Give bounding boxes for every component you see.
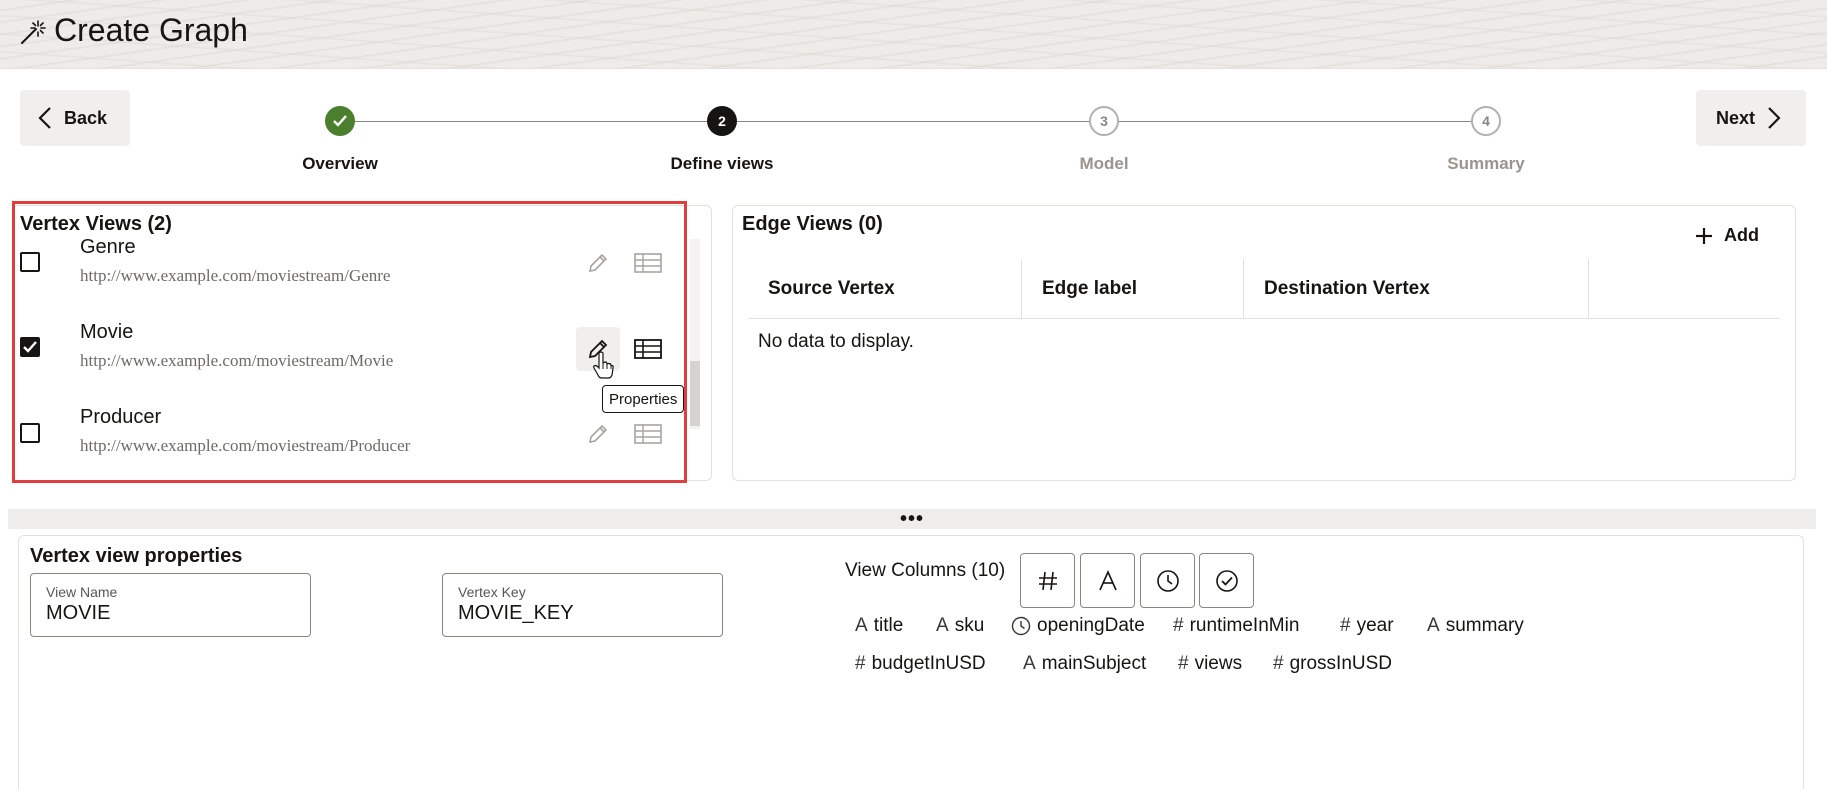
vertex-views-scrollbar-thumb[interactable] (690, 361, 700, 426)
column-header-destination-vertex[interactable]: Destination Vertex (1244, 259, 1589, 319)
pencil-icon (588, 424, 608, 444)
number-icon: # (1173, 615, 1184, 636)
checkmark-icon (333, 115, 347, 127)
vertex-view-name: Movie (80, 321, 134, 343)
step-summary-label: Summary (1447, 154, 1525, 173)
number-icon: # (1273, 653, 1284, 674)
properties-tooltip: Properties (602, 385, 685, 413)
column-chip-budgetInUSD: # budgetInUSD (855, 653, 986, 674)
text-icon: A (855, 615, 868, 636)
view-columns-label: View Columns (10) (845, 560, 1006, 581)
column-chip-year: # year (1340, 615, 1394, 636)
number-icon: # (1178, 653, 1189, 674)
pencil-icon (588, 253, 608, 273)
number-icon: # (1340, 615, 1351, 636)
vertex-key-label: Vertex Key (458, 584, 526, 600)
column-chip-summary: Asummary (1427, 615, 1524, 636)
step-overview-circle[interactable] (325, 106, 355, 136)
page-header: Create Graph (0, 0, 1827, 68)
step-model-circle[interactable]: 3 (1089, 106, 1119, 136)
clock-icon (1156, 569, 1179, 592)
text-icon: A (1023, 653, 1036, 674)
column-chip-runtimeInMin: # runtimeInMin (1173, 615, 1300, 636)
step-overview-label: Overview (302, 154, 378, 173)
column-chip-openingDate: openingDate (1011, 615, 1145, 637)
vertex-view-url: http://www.example.com/moviestream/Produ… (80, 436, 411, 455)
edit-properties-button[interactable] (576, 241, 620, 285)
column-chip-title: Atitle (855, 615, 904, 636)
step-define-views-label: Define views (670, 154, 774, 173)
splitter-handle[interactable]: ••• (900, 509, 924, 529)
table-icon (634, 253, 662, 273)
vertex-key-input[interactable]: MOVIE_KEY (458, 602, 574, 625)
column-chip-views: # views (1178, 653, 1243, 674)
edge-views-title: Edge Views (0) (742, 213, 883, 235)
vertex-key-field[interactable]: Vertex Key MOVIE_KEY (442, 573, 723, 637)
page-title: Create Graph (54, 12, 248, 48)
number-icon (1038, 571, 1057, 590)
check-circle-icon (1215, 569, 1238, 592)
wizard-stepper: 2 3 4 Overview Define views Model Summar… (0, 69, 1827, 179)
add-edge-view-button[interactable]: Add (1694, 225, 1759, 246)
vertex-view-checkbox[interactable] (20, 423, 40, 443)
vertex-view-url: http://www.example.com/moviestream/Genre (80, 266, 391, 285)
view-name-input[interactable]: MOVIE (46, 602, 110, 625)
vertex-views-title: Vertex Views (2) (20, 213, 172, 235)
table-icon (634, 424, 662, 444)
vertex-view-checkbox[interactable] (20, 252, 40, 272)
column-chip-mainSubject: AmainSubject (1023, 653, 1147, 674)
table-icon (634, 339, 662, 359)
add-edge-view-label: Add (1724, 225, 1759, 245)
view-table-button[interactable] (632, 337, 664, 361)
clock-icon (1011, 616, 1031, 636)
edit-properties-button[interactable] (576, 412, 620, 456)
view-table-button[interactable] (632, 251, 664, 275)
number-icon: # (855, 653, 866, 674)
edge-views-table-header: Source Vertex Edge label Destination Ver… (748, 259, 1780, 319)
column-header-edge-label[interactable]: Edge label (1022, 259, 1244, 319)
text-icon: A (936, 615, 949, 636)
vertex-view-properties-title: Vertex view properties (30, 545, 243, 567)
step-connector (737, 121, 1089, 122)
vertex-view-name: Producer (80, 406, 162, 428)
view-name-label: View Name (46, 584, 118, 600)
step-connector (355, 121, 707, 122)
filter-number-button[interactable] (1020, 553, 1075, 608)
filter-date-button[interactable] (1140, 553, 1195, 608)
magic-wand-icon (21, 20, 46, 44)
panel-splitter[interactable]: ••• (8, 509, 1816, 529)
vertex-view-name: Genre (80, 236, 136, 258)
hand-cursor-icon (593, 351, 614, 379)
column-header-actions (1589, 259, 1780, 319)
column-chip-grossInUSD: # grossInUSD (1273, 653, 1392, 674)
checkmark-icon (23, 341, 37, 353)
vertex-view-checkbox[interactable] (20, 337, 40, 357)
column-header-source-vertex[interactable]: Source Vertex (748, 259, 1022, 319)
step-model-label: Model (1079, 154, 1129, 173)
step-summary-circle[interactable]: 4 (1471, 106, 1501, 136)
text-icon (1098, 569, 1117, 590)
text-icon: A (1427, 615, 1440, 636)
vertex-view-url: http://www.example.com/moviestream/Movie (80, 351, 394, 370)
edge-views-empty-text: No data to display. (758, 331, 914, 352)
filter-boolean-button[interactable] (1199, 553, 1254, 608)
step-connector (1119, 121, 1471, 122)
filter-text-button[interactable] (1080, 553, 1135, 608)
plus-icon (1696, 227, 1712, 244)
step-define-views-circle[interactable]: 2 (707, 106, 737, 136)
view-table-button[interactable] (632, 422, 664, 446)
wizard-body: Back Next 2 3 4 Overview Define views Mo… (0, 68, 1827, 789)
view-name-field[interactable]: View Name MOVIE (30, 573, 311, 637)
column-chip-sku: Asku (936, 615, 985, 636)
